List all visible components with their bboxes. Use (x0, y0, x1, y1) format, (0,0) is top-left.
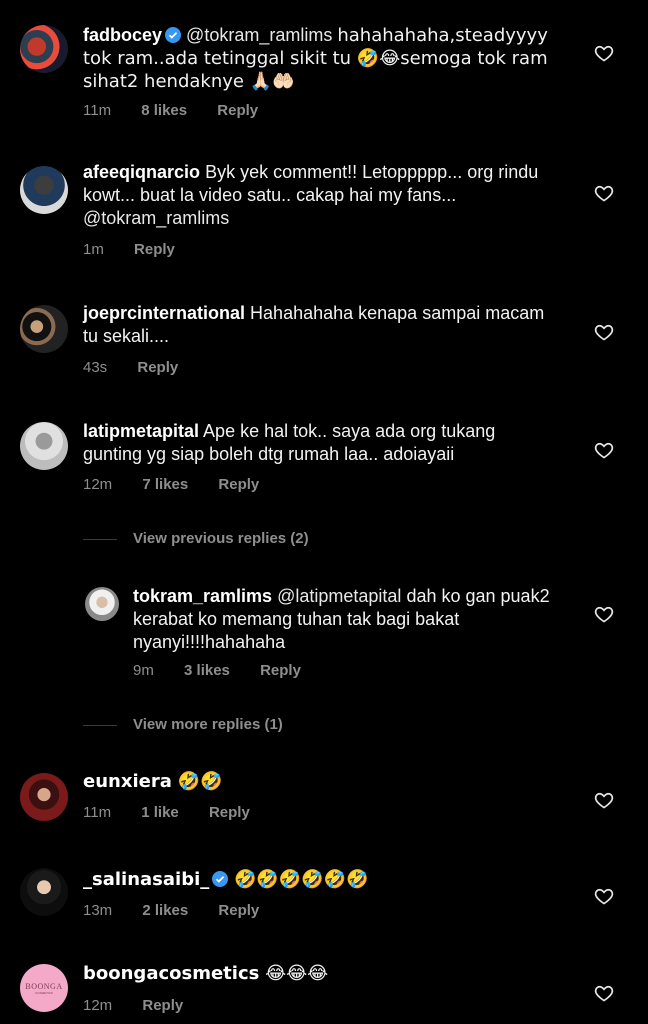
comment-time: 12m (83, 997, 113, 1014)
comment-time: 12m (83, 476, 113, 493)
heart-icon[interactable] (594, 886, 614, 906)
avatar[interactable]: BOONGA COSMETICS (20, 964, 68, 1012)
heart-icon[interactable] (594, 790, 614, 810)
avatar[interactable] (85, 587, 119, 621)
comment-time: 13m (83, 902, 113, 919)
heart-icon[interactable] (594, 43, 614, 63)
verified-badge-icon (165, 27, 182, 43)
heart-icon[interactable] (594, 604, 614, 624)
boonga-logo-subtext: COSMETICS (35, 990, 53, 995)
comment-body: 🤣🤣 (177, 771, 223, 792)
likes-count[interactable]: 2 likes (142, 902, 188, 919)
view-more-label: View more replies (1) (133, 716, 283, 733)
reply-meta: 9m 3 likes Reply (133, 662, 327, 679)
reply-button[interactable]: Reply (217, 102, 258, 119)
comment-meta: 1m Reply (83, 241, 201, 258)
comment-meta: 43s Reply (83, 359, 204, 376)
comment-body: 😂😂😂 (265, 963, 329, 984)
comment-username[interactable]: eunxiera (83, 771, 172, 792)
heart-icon[interactable] (594, 983, 614, 1003)
comment-username[interactable]: _salinasaibi_ (83, 869, 209, 890)
comment-meta: 12m Reply (83, 997, 209, 1014)
likes-count[interactable]: 1 like (141, 804, 179, 821)
comment-time: 11m (83, 804, 112, 821)
comment-meta: 11m 1 like Reply (83, 804, 276, 821)
comment-time: 11m (83, 102, 112, 119)
boonga-logo-text: BOONGA (25, 981, 63, 991)
reply-button[interactable]: Reply (209, 804, 250, 821)
comment-time: 43s (83, 359, 108, 376)
thread-divider (83, 538, 117, 540)
reply-button[interactable]: Reply (218, 476, 259, 493)
verified-badge-icon (212, 871, 229, 887)
comment-mention[interactable]: @tokram_ramlims (186, 25, 332, 45)
reply-mention[interactable]: @latipmetapital (277, 586, 401, 606)
comment-username[interactable]: fadbocey (83, 25, 162, 45)
avatar[interactable] (20, 773, 68, 821)
comment-meta: 13m 2 likes Reply (83, 902, 285, 919)
likes-count[interactable]: 8 likes (141, 102, 187, 119)
comment-username[interactable]: afeeqiqnarcio (83, 162, 200, 182)
avatar[interactable] (20, 25, 68, 73)
likes-count[interactable]: 7 likes (142, 476, 188, 493)
thread-divider (83, 724, 117, 726)
comment-mention[interactable]: @tokram_ramlims (83, 208, 229, 228)
comment-username[interactable]: boongacosmetics (83, 963, 259, 984)
comment-time: 1m (83, 241, 104, 258)
comment-username[interactable]: joeprcinternational (83, 303, 245, 323)
comment-username[interactable]: latipmetapital (83, 421, 199, 441)
reply-button[interactable]: Reply (142, 997, 183, 1014)
view-previous-replies[interactable]: View previous replies (2) (83, 530, 309, 547)
likes-count[interactable]: 3 likes (184, 662, 230, 679)
heart-icon[interactable] (594, 440, 614, 460)
reply-button[interactable]: Reply (218, 902, 259, 919)
comment-meta: 12m 7 likes Reply (83, 476, 285, 493)
reply-button[interactable]: Reply (137, 359, 178, 376)
view-more-replies[interactable]: View more replies (1) (83, 716, 283, 733)
heart-icon[interactable] (594, 322, 614, 342)
reply-time: 9m (133, 662, 154, 679)
reply-username[interactable]: tokram_ramlims (133, 586, 272, 606)
avatar[interactable] (20, 166, 68, 214)
comment-meta: 11m 8 likes Reply (83, 102, 284, 119)
avatar[interactable] (20, 422, 68, 470)
reply-button[interactable]: Reply (260, 662, 301, 679)
reply-button[interactable]: Reply (134, 241, 175, 258)
avatar[interactable] (20, 868, 68, 916)
view-previous-label: View previous replies (2) (133, 530, 309, 547)
avatar[interactable] (20, 305, 68, 353)
heart-icon[interactable] (594, 183, 614, 203)
comment-body: 🤣🤣🤣🤣🤣🤣 (233, 869, 369, 890)
